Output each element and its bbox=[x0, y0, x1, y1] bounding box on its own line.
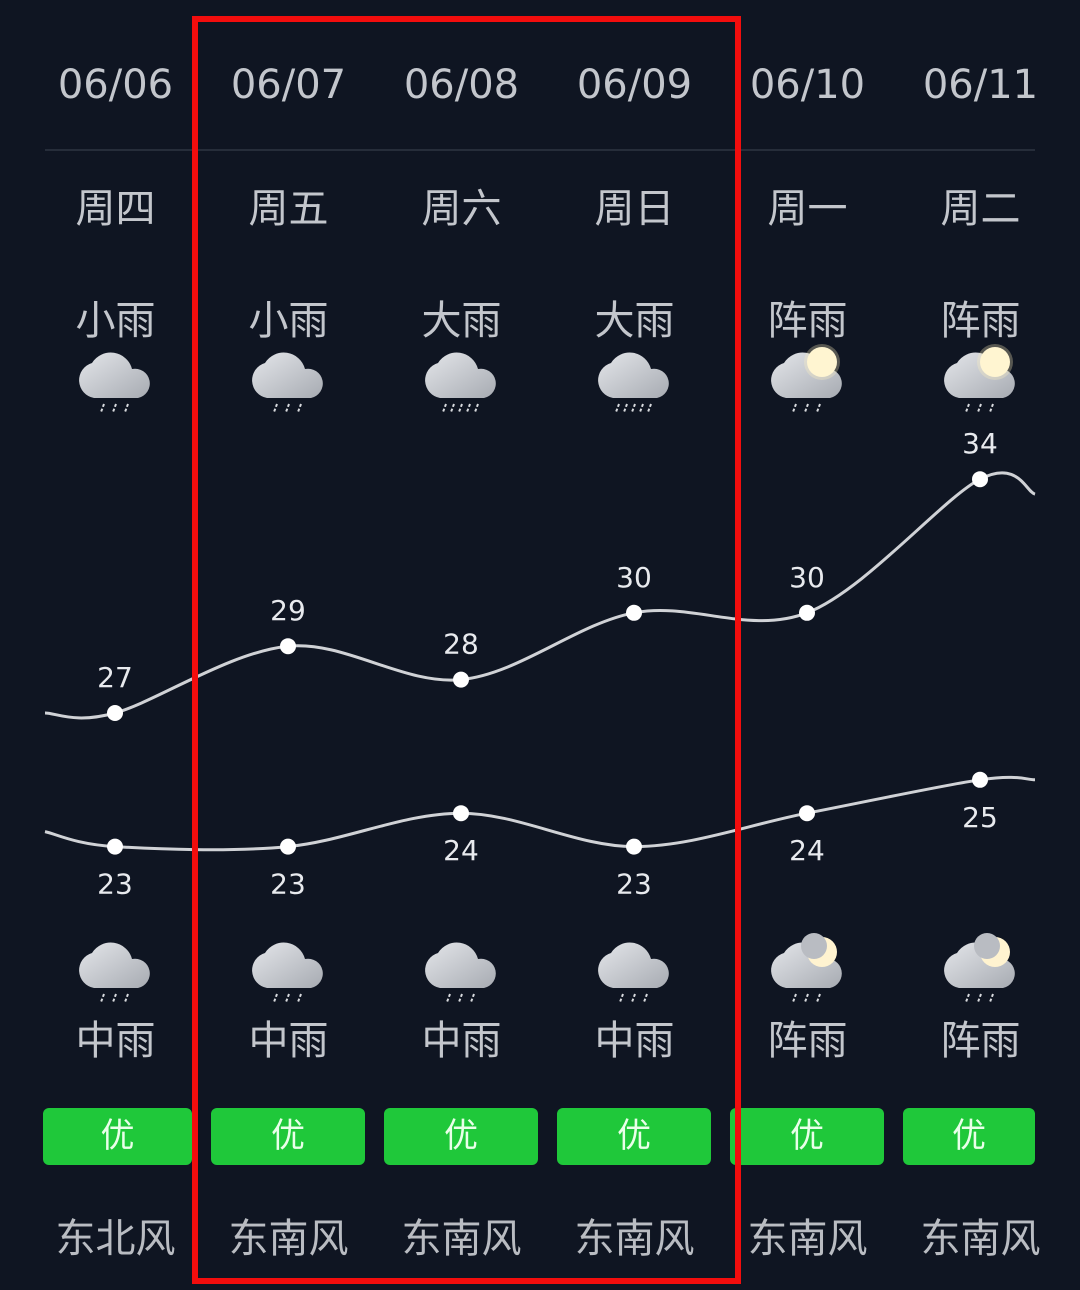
low-temperature-point bbox=[107, 838, 123, 855]
high-temperature-point bbox=[799, 604, 815, 621]
highlight-frame bbox=[192, 16, 741, 1284]
high-temperature-label: 27 bbox=[97, 661, 133, 694]
low-temperature-point bbox=[972, 771, 988, 788]
high-temperature-point bbox=[972, 471, 988, 488]
high-temperature-label: 34 bbox=[962, 427, 998, 460]
low-temperature-label: 23 bbox=[97, 868, 133, 901]
low-temperature-point bbox=[799, 805, 815, 822]
high-temperature-label: 30 bbox=[789, 561, 825, 594]
low-temperature-label: 24 bbox=[789, 834, 825, 867]
high-temperature-point bbox=[107, 705, 123, 721]
low-temperature-label: 25 bbox=[962, 801, 998, 834]
